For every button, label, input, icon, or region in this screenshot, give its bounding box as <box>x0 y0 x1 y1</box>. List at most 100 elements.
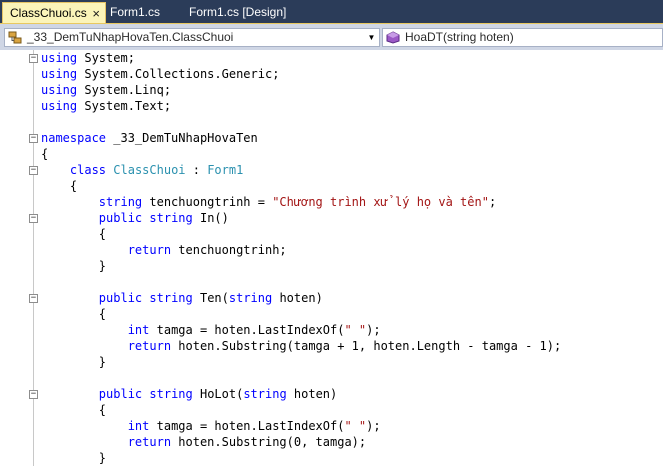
keyword-token: class <box>69 163 107 177</box>
code-token: tamga = hoten.LastIndexOf( <box>149 323 345 337</box>
code-token: : <box>185 163 208 177</box>
type-dropdown-value: _33_DemTuNhapHovaTen.ClassChuoi <box>27 30 234 44</box>
keyword-token: string <box>149 387 193 401</box>
keyword-token: using <box>41 83 78 97</box>
code-line[interactable]: } <box>41 354 106 370</box>
collapse-icon[interactable]: − <box>29 166 38 175</box>
code-token: Ten( <box>192 291 229 305</box>
keyword-token: string <box>243 387 287 401</box>
method-icon <box>386 31 400 44</box>
code-token: hoten.Substring(tamga + 1, hoten.Length … <box>171 339 562 353</box>
code-line[interactable]: int tamga = hoten.LastIndexOf(" "); <box>41 418 381 434</box>
code-token: { <box>41 403 107 417</box>
document-tab-strip: ClassChuoi.cs × Form1.cs Form1.cs [Desig… <box>0 0 663 23</box>
string-token: " " <box>344 323 367 337</box>
keyword-token: namespace <box>41 131 107 145</box>
string-token: " " <box>344 419 367 433</box>
code-token: { <box>41 147 49 161</box>
type-token: Form1 <box>207 163 244 177</box>
code-line[interactable]: return hoten.Substring(tamga + 1, hoten.… <box>41 338 562 354</box>
tab-classchuoi-cs[interactable]: ClassChuoi.cs × <box>2 2 106 23</box>
keyword-token: return <box>127 339 172 353</box>
code-line[interactable]: public string HoLot(string hoten) <box>41 386 337 402</box>
code-token: HoLot( <box>192 387 244 401</box>
code-line[interactable]: public string Ten(string hoten) <box>41 290 323 306</box>
code-editor[interactable]: using System; using System.Collections.Ge… <box>0 50 663 466</box>
dropdown-arrow-icon[interactable]: ▼ <box>364 29 379 46</box>
keyword-token: string <box>149 291 193 305</box>
code-line[interactable]: using System.Collections.Generic; <box>41 66 279 82</box>
code-line[interactable]: { <box>41 178 77 194</box>
collapse-icon[interactable]: − <box>29 54 38 63</box>
code-token: } <box>41 451 107 465</box>
code-token: { <box>41 307 107 321</box>
member-dropdown[interactable]: HoaDT(string hoten) <box>382 28 663 47</box>
tab-form1-cs[interactable]: Form1.cs <box>103 2 173 23</box>
code-token: In() <box>192 211 229 225</box>
outlining-margin <box>33 50 34 466</box>
code-token: _33_DemTuNhapHovaTen <box>106 131 258 145</box>
code-token: hoten) <box>272 291 323 305</box>
keyword-token: public <box>98 291 143 305</box>
code-line[interactable]: using System; <box>41 50 135 66</box>
collapse-icon[interactable]: − <box>29 134 38 143</box>
code-line[interactable]: using System.Text; <box>41 98 171 114</box>
class-icon <box>8 31 22 44</box>
tab-form1-design[interactable]: Form1.cs [Design] <box>182 2 302 23</box>
code-line[interactable]: namespace _33_DemTuNhapHovaTen <box>41 130 258 146</box>
type-dropdown[interactable]: _33_DemTuNhapHovaTen.ClassChuoi ▼ <box>4 28 380 47</box>
tab-label: Form1.cs <box>110 5 161 19</box>
code-line[interactable]: return tenchuongtrinh; <box>41 242 287 258</box>
code-token: hoten) <box>286 387 338 401</box>
keyword-token: return <box>127 435 172 449</box>
code-token: System.Text; <box>77 99 172 113</box>
navigation-bar: _33_DemTuNhapHovaTen.ClassChuoi ▼ HoaDT(… <box>0 23 663 50</box>
code-token: System; <box>77 51 135 65</box>
code-token: tenchuongtrinh; <box>171 243 287 257</box>
keyword-token: using <box>41 99 78 113</box>
close-icon[interactable]: × <box>92 3 100 24</box>
collapse-icon[interactable]: − <box>29 214 38 223</box>
collapse-icon[interactable]: − <box>29 390 38 399</box>
keyword-token: using <box>41 67 78 81</box>
keyword-token: int <box>127 323 150 337</box>
code-line[interactable]: { <box>41 306 106 322</box>
code-token: } <box>41 355 107 369</box>
code-line[interactable]: { <box>41 226 106 242</box>
keyword-token: string <box>149 211 193 225</box>
code-line[interactable]: using System.Linq; <box>41 82 171 98</box>
keyword-token: public <box>98 211 143 225</box>
code-line[interactable]: } <box>41 450 106 466</box>
code-token: ; <box>488 195 497 209</box>
code-token: } <box>41 259 107 273</box>
tab-label: ClassChuoi.cs <box>10 6 87 20</box>
code-line[interactable]: return hoten.Substring(0, tamga); <box>41 434 366 450</box>
collapse-icon[interactable]: − <box>29 294 38 303</box>
code-line[interactable]: { <box>41 402 106 418</box>
code-line[interactable]: { <box>41 146 48 162</box>
code-token: System.Collections.Generic; <box>77 67 280 81</box>
code-line[interactable]: public string In() <box>41 210 229 226</box>
code-token: tenchuongtrinh = <box>142 195 273 209</box>
member-dropdown-value: HoaDT(string hoten) <box>405 30 514 44</box>
code-line[interactable]: string tenchuongtrinh = "Chương trình xử… <box>41 194 496 210</box>
code-token: hoten.Substring(0, tamga); <box>171 435 367 449</box>
code-token: ); <box>366 419 381 433</box>
code-line[interactable]: } <box>41 258 106 274</box>
keyword-token: return <box>127 243 172 257</box>
code-token: System.Linq; <box>77 83 172 97</box>
code-token: { <box>41 227 107 241</box>
keyword-token: string <box>228 291 273 305</box>
code-line[interactable]: class ClassChuoi : Form1 <box>41 162 243 178</box>
code-line[interactable]: int tamga = hoten.LastIndexOf(" "); <box>41 322 381 338</box>
